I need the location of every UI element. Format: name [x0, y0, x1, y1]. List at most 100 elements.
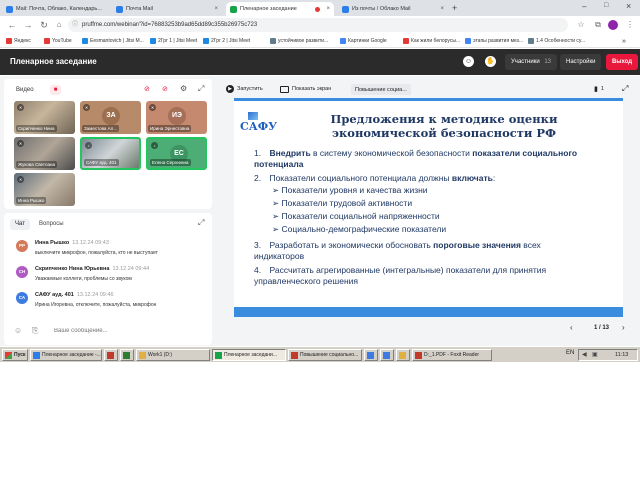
participant-name: САФУ ауд. 401 [84, 159, 119, 166]
video-tile[interactable]: ✕ ЗА Заместова Ал... [80, 101, 141, 134]
home-icon[interactable]: ⌂ [53, 19, 65, 31]
subpoint-text: Показатели трудовой активности [281, 198, 413, 208]
expand-icon[interactable]: ⤢ [622, 84, 628, 94]
window-close-button[interactable]: × [626, 1, 631, 11]
volume-icon[interactable]: ◀ [582, 351, 587, 358]
menu-icon[interactable]: ⋮ [624, 19, 636, 31]
taskbar-item[interactable]: Пленарное заседание -... [30, 349, 102, 361]
browser-tab[interactable]: Из почты / Облако Mail × [338, 2, 448, 16]
next-page-button[interactable]: › [622, 323, 625, 332]
video-tile-speaking[interactable]: ♪ ЕС Елена Сергеевна [146, 137, 207, 170]
taskbar-item[interactable]: D:_1.PDF - Foxit Reader [412, 349, 492, 361]
close-icon[interactable]: × [440, 6, 444, 12]
browser-tab-active[interactable]: Пленарное заседание × [226, 2, 334, 16]
browser-tab[interactable]: Почта Mail × [112, 2, 222, 16]
bookmark-item[interactable]: YouTube [44, 36, 72, 46]
taskbar-item[interactable]: Повышение социально... [288, 349, 362, 361]
record-icon[interactable]: ■ [50, 85, 61, 95]
video-tile[interactable]: ✕ Скрипченко Нина [14, 101, 75, 134]
app-icon [33, 351, 40, 359]
bookmark-item[interactable]: этапы развития мез... [465, 36, 523, 46]
video-panel-title: Видео [16, 87, 34, 93]
chat-input[interactable] [54, 325, 204, 337]
chrome-icon [215, 351, 222, 359]
mic-off-icon[interactable]: ⊘ [144, 85, 150, 93]
participants-button[interactable]: Участники 13 [505, 54, 558, 70]
reload-icon[interactable]: ↻ [38, 19, 50, 31]
start-button[interactable]: ▶ Запустить [226, 84, 263, 94]
video-tile[interactable]: ✕ Жукова Светлана [14, 137, 75, 170]
camera-off-icon[interactable]: ⊘ [162, 85, 168, 93]
presentation-file-button[interactable]: Повышение социа... [351, 84, 411, 95]
share-screen-button[interactable]: Показать экран [280, 84, 331, 94]
bookmark-button[interactable]: ▮ 1 [594, 84, 604, 94]
start-menu-button[interactable]: Пуск [2, 349, 28, 361]
attach-icon[interactable]: ⎘ [32, 326, 38, 336]
bookmark-label: устойчивое развити... [278, 38, 329, 44]
video-tile-speaking[interactable]: ♪ САФУ ауд. 401 [80, 137, 141, 170]
back-icon[interactable]: ← [6, 19, 18, 31]
arrow-bullet-icon: ➢ [272, 198, 280, 208]
bookmark-item[interactable]: 2Грг 2 | Jitsi Meet [203, 36, 250, 46]
raise-hand-icon[interactable]: ✋ [485, 56, 496, 67]
gear-icon[interactable]: ⚙ [180, 84, 187, 93]
message-text: Уважаемые коллеги, проблемы со звуком [35, 276, 132, 282]
logo-text: САФУ [240, 120, 278, 133]
video-tile[interactable]: ✕ ИЭ Ирина Эрнестовна [146, 101, 207, 134]
mic-off-icon: ✕ [149, 104, 156, 111]
site-info-icon[interactable]: ⓘ [72, 18, 78, 32]
minimize-button[interactable]: – [582, 2, 586, 11]
exit-button[interactable]: Выход [606, 54, 639, 70]
maximize-button[interactable]: □ [604, 2, 608, 9]
tab-questions[interactable]: Вопросы [34, 219, 69, 230]
folder-icon [139, 351, 146, 359]
close-icon[interactable]: × [214, 6, 218, 12]
emoji-icon[interactable]: ☺ [463, 56, 474, 67]
network-icon[interactable]: ▣ [592, 351, 598, 358]
bookmark-item[interactable]: Картинки Google [340, 36, 387, 46]
mail-icon [342, 5, 349, 13]
bookmark-item[interactable]: 1.4 Особенности су... [528, 36, 585, 46]
message-header: Скрипченко Нина Юрьевна 13.12.24 09:44 [35, 266, 149, 272]
bookmark-label: Картинки Google [348, 38, 387, 44]
profile-avatar[interactable] [608, 20, 618, 30]
new-tab-button[interactable]: + [452, 3, 457, 13]
browser-tab[interactable]: Mail: Почта, Облако, Календарь... × [2, 2, 102, 16]
star-icon[interactable]: ☆ [575, 19, 587, 31]
tab-chat[interactable]: Чат [10, 219, 30, 230]
more-bookmarks-icon[interactable]: » [622, 36, 626, 46]
settings-button[interactable]: Настройки [560, 54, 602, 70]
chat-message: РР Инна Рышко 13.12.24 09:43 выключите ми… [16, 240, 216, 262]
emoji-icon[interactable]: ☺ [14, 326, 22, 335]
message-time: 13.12.24 09:44 [112, 266, 150, 272]
point-number: 1. [254, 148, 262, 158]
taskbar-item[interactable] [364, 349, 378, 361]
clock[interactable]: 11:13 [615, 352, 628, 358]
point-text: в систему экономической безопасности [310, 148, 473, 158]
bookmark-item[interactable]: Eesmantovich | Jitsi M... [82, 36, 144, 46]
video-tile[interactable]: ✕ Инна Рышко [14, 173, 75, 206]
forward-icon[interactable]: → [22, 19, 34, 31]
language-indicator[interactable]: EN [566, 350, 574, 356]
bookmark-item[interactable]: устойчивое развити... [270, 36, 328, 46]
expand-icon[interactable]: ⤢ [198, 218, 204, 228]
chat-message: СН Скрипченко Нина Юрьевна 13.12.24 09:44… [16, 266, 216, 288]
url-input[interactable]: ⓘ pruffme.com/webinar/?id=76883253b9ad65… [68, 18, 568, 32]
taskbar-item-active[interactable]: Пленарное заседани... [212, 349, 286, 361]
taskbar-item[interactable] [396, 349, 410, 361]
close-icon[interactable]: × [326, 6, 330, 12]
bookmark-label: 1.4 Особенности су... [536, 38, 586, 44]
taskbar-item[interactable] [380, 349, 394, 361]
prev-page-button[interactable]: ‹ [570, 323, 573, 332]
bookmark-item[interactable]: Яндекс [6, 36, 31, 46]
participants-label: Участники [511, 59, 540, 65]
taskbar-item[interactable]: Work1 (D:) [136, 349, 210, 361]
bookmarks-bar: Яндекс YouTube Eesmantovich | Jitsi M...… [0, 34, 640, 48]
bookmark-item[interactable]: Как жили белорусы... [403, 36, 460, 46]
taskbar-item[interactable] [104, 349, 118, 361]
bookmark-item[interactable]: 2Грг 1 | Jitsi Meet [150, 36, 197, 46]
extensions-icon[interactable]: ⧉ [592, 19, 604, 31]
expand-icon[interactable]: ⤢ [198, 84, 204, 94]
bookmark-label: этапы развития мез... [473, 38, 524, 44]
taskbar-item[interactable] [120, 349, 134, 361]
